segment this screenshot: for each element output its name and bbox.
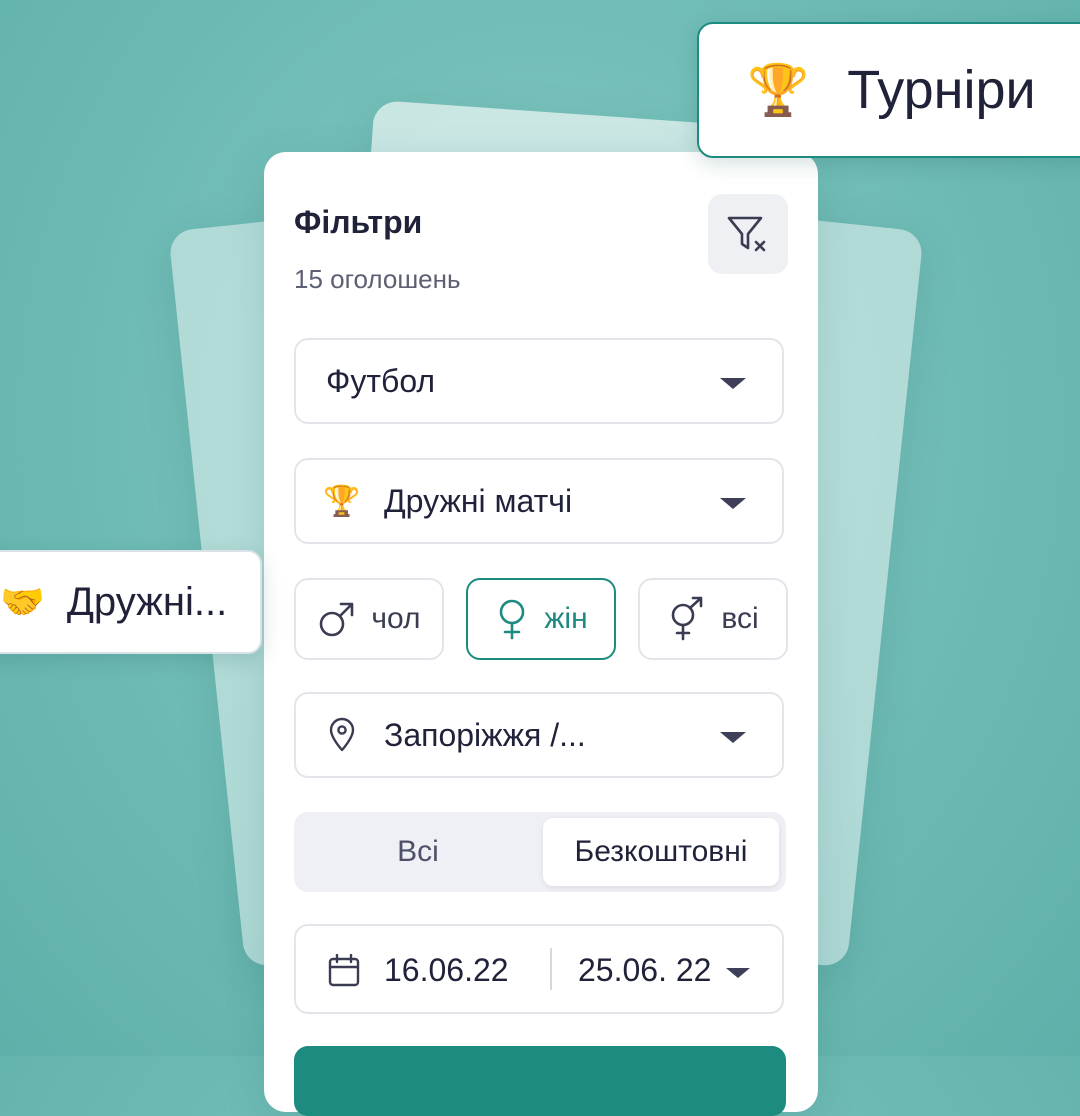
tournaments-label: Турніри [847, 60, 1036, 120]
tournaments-tag[interactable]: 🏆 Турніри [697, 22, 1080, 158]
filter-reset-icon [727, 216, 766, 252]
female-icon [500, 599, 525, 640]
event-type-select[interactable]: 🏆 Дружні матчі [294, 458, 784, 544]
gender-female-button[interactable]: жін [466, 578, 616, 660]
calendar-icon [328, 954, 360, 987]
sport-select-value: Футбол [326, 362, 436, 399]
gender-all-label: всі [721, 602, 759, 635]
chevron-down-icon [720, 732, 746, 743]
gender-male-label: чол [371, 602, 421, 635]
friendly-matches-label: Дружні... [66, 579, 228, 624]
reset-filters-button[interactable] [708, 194, 788, 274]
price-option-all[interactable]: Всі [300, 818, 536, 886]
event-type-value: Дружні матчі [384, 482, 573, 519]
location-value: Запоріжжя /... [384, 716, 586, 753]
gender-male-button[interactable]: чол [294, 578, 444, 660]
chevron-down-icon [720, 378, 746, 389]
handshake-icon: 🤝 [0, 581, 45, 622]
price-toggle: Всі Безкоштовні [294, 812, 786, 892]
chevron-down-icon [720, 498, 746, 509]
location-select[interactable]: Запоріжжя /... [294, 692, 784, 778]
gender-all-button[interactable]: всі [638, 578, 788, 660]
apply-button[interactable] [294, 1046, 786, 1116]
filters-title: Фільтри [294, 204, 423, 240]
male-icon [320, 602, 354, 637]
friendly-matches-tag[interactable]: 🤝 Дружні... [0, 550, 262, 654]
gender-all-icon [672, 596, 703, 641]
trophy-icon: 🏆 [323, 484, 361, 518]
date-to: 25.06. 22 [578, 952, 712, 988]
chevron-down-icon [726, 968, 750, 978]
results-count: 15 оголошень [294, 264, 461, 294]
sport-select[interactable]: Футбол [294, 338, 784, 424]
filters-panel: Фільтри 15 оголошень Футбол 🏆 Дружні мат… [264, 152, 818, 1116]
trophy-emoji-icon: 🏆 [747, 61, 810, 118]
date-range-picker[interactable]: 16.06.22 25.06. 22 [294, 924, 784, 1014]
price-option-free[interactable]: Безкоштовні [543, 818, 779, 886]
gender-female-label: жін [544, 602, 588, 635]
date-from: 16.06.22 [384, 952, 509, 988]
location-pin-icon [326, 717, 358, 753]
date-separator [550, 948, 552, 990]
